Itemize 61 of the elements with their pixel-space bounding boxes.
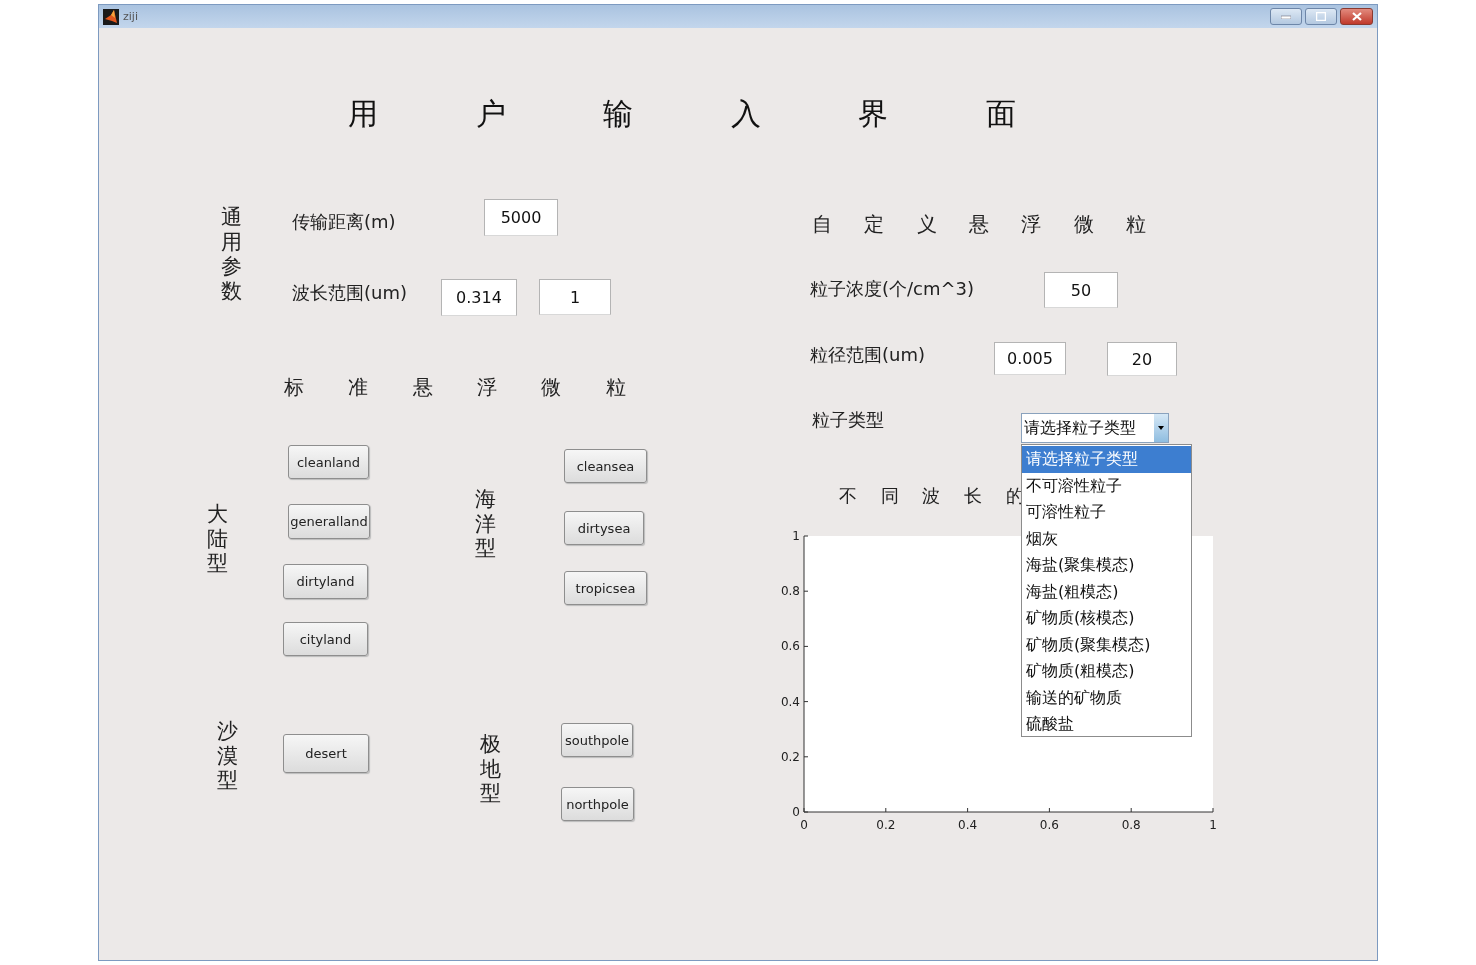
dropdown-option[interactable]: 海盐(粗模态) [1022,578,1191,605]
aerosol-button[interactable]: desert [283,734,369,773]
tick-label: 0.6 [780,639,800,654]
dropdown-option[interactable]: 烟灰 [1022,525,1191,552]
aerosol-button[interactable]: northpole [561,787,634,821]
tick-label: 0.6 [1039,818,1059,832]
input-field[interactable]: 0.314 [441,279,517,316]
dropdown-option[interactable]: 输送的矿物质 [1022,684,1191,711]
app-icon [103,8,119,25]
dropdown-option[interactable]: 矿物质(粗模态) [1022,658,1191,685]
field-label: 粒子浓度(个/cm^3) [810,277,975,301]
maximize-icon [1316,12,1326,21]
group-label: 海洋型 [475,487,496,561]
tick-label: 0.4 [958,818,978,832]
dropdown[interactable]: 请选择粒子类型 [1021,413,1169,443]
tick-label: 0 [792,805,800,819]
aerosol-button[interactable]: cleanland [288,445,369,479]
tick-label: 0.8 [780,584,800,599]
aerosol-button[interactable]: tropicsea [564,571,647,605]
dropdown-option[interactable]: 海盐(聚集模态) [1022,552,1191,579]
tick-label: 0.4 [780,694,800,709]
input-field[interactable]: 50 [1044,272,1118,308]
group-label: 极地型 [480,732,501,806]
tick-label: 0.8 [1121,818,1141,832]
dropdown-option[interactable]: 不可溶性粒子 [1022,472,1191,499]
field-label: 粒子类型 [812,408,884,432]
tick-label: 0 [800,818,808,832]
input-field[interactable]: 1 [539,279,611,315]
aerosol-button[interactable]: dirtyland [283,564,368,599]
section-title: 标 准 悬 浮 微 粒 [284,374,626,401]
field-label: 传输距离(m) [292,210,396,234]
group-label: 沙漠型 [217,719,238,793]
tick-label: 0.2 [876,818,896,832]
input-field[interactable]: 0.005 [994,342,1066,375]
close-icon [1351,12,1362,21]
minimize-button[interactable] [1270,8,1302,25]
form-heading: 用 户 输 入 界 面 [348,95,1016,133]
dropdown-option[interactable]: 矿物质(核模态) [1022,605,1191,632]
tick-label: 0.2 [780,749,800,764]
input-field[interactable]: 20 [1107,342,1177,376]
dropdown-option[interactable]: 可溶性粒子 [1022,499,1191,526]
minimize-icon [1281,14,1291,19]
dropdown-option[interactable]: 请选择粒子类型 [1022,446,1191,473]
tick-label: 1 [792,529,800,543]
aerosol-button[interactable]: cityland [283,622,368,656]
field-label: 粒径范围(um) [810,343,925,367]
maximize-button[interactable] [1305,8,1337,25]
tick-label: 1 [1209,818,1217,832]
aerosol-button[interactable]: dirtysea [564,511,644,545]
section-title: 自 定 义 悬 浮 微 粒 [812,211,1147,238]
aerosol-button[interactable]: generalland [288,504,370,539]
input-field[interactable]: 5000 [484,199,558,236]
group-label: 大陆型 [207,502,228,576]
window-title: ziji [123,10,138,23]
section-label: 通用参数 [221,205,242,304]
dropdown-option[interactable]: 硫酸盐 [1022,711,1191,738]
dropdown-option[interactable]: 矿物质(聚集模态) [1022,631,1191,658]
field-label: 波长范围(um) [292,281,407,305]
aerosol-button[interactable]: southpole [561,723,633,757]
aerosol-button[interactable]: cleansea [564,449,647,483]
close-button[interactable] [1340,8,1373,25]
